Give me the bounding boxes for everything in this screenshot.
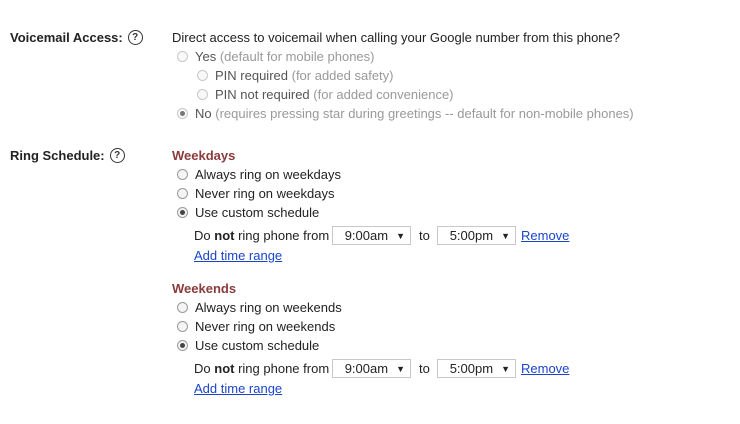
voicemail-option-pin-not-required[interactable]: PIN not required (for added convenience) — [197, 87, 454, 102]
weekends-to-label: to — [419, 361, 430, 376]
weekdays-remove-link[interactable]: Remove — [521, 228, 569, 243]
weekends-add-time-range-link[interactable]: Add time range — [194, 381, 282, 396]
weekends-heading: Weekends — [172, 281, 237, 296]
option-label: Yes — [195, 49, 217, 64]
help-icon[interactable]: ? — [127, 30, 143, 45]
dropdown-arrow-icon: ▼ — [396, 363, 405, 374]
weekdays-from-select[interactable]: 9:00am ▼ — [332, 226, 411, 245]
radio-button[interactable] — [177, 108, 188, 119]
weekends-from-select[interactable]: 9:00am ▼ — [332, 359, 411, 378]
option-label: Never ring on weekdays — [195, 186, 335, 201]
option-label: Use custom schedule — [195, 205, 320, 220]
select-value: 9:00am — [344, 228, 389, 243]
range-text-bold: not — [214, 228, 235, 243]
option-label: Always ring on weekdays — [195, 167, 341, 182]
voicemail-question: Direct access to voicemail when calling … — [172, 30, 620, 45]
weekdays-option-custom[interactable]: Use custom schedule — [177, 205, 319, 220]
weekends-range-text: Do not ring phone from — [194, 361, 329, 376]
option-note: (for added convenience) — [313, 87, 454, 102]
option-label: No — [195, 106, 212, 121]
weekdays-add-time-range-link[interactable]: Add time range — [194, 248, 282, 263]
ring-schedule-label-text: Ring Schedule: — [10, 148, 105, 163]
help-icon[interactable]: ? — [109, 148, 125, 163]
option-label: Use custom schedule — [195, 338, 320, 353]
option-note: (for added safety) — [291, 68, 394, 83]
option-note: (requires pressing star during greetings… — [215, 106, 634, 121]
weekends-option-custom[interactable]: Use custom schedule — [177, 338, 319, 353]
weekends-to-select[interactable]: 5:00pm ▼ — [437, 359, 516, 378]
range-text-bold: not — [214, 361, 235, 376]
voicemail-option-pin-required[interactable]: PIN required (for added safety) — [197, 68, 394, 83]
voicemail-access-label-text: Voicemail Access: — [10, 30, 123, 45]
voicemail-access-label: Voicemail Access: ? — [10, 30, 143, 45]
range-text-part: ring phone from — [238, 228, 330, 243]
radio-button[interactable] — [177, 321, 188, 332]
radio-button[interactable] — [177, 340, 188, 351]
radio-button[interactable] — [177, 188, 188, 199]
voicemail-option-yes[interactable]: Yes (default for mobile phones) — [177, 49, 375, 64]
range-text-part: ring phone from — [238, 361, 330, 376]
ring-schedule-label: Ring Schedule: ? — [10, 148, 125, 163]
option-label: PIN required — [215, 68, 288, 83]
weekdays-to-select[interactable]: 5:00pm ▼ — [437, 226, 516, 245]
weekdays-to-label: to — [419, 228, 430, 243]
weekdays-option-always[interactable]: Always ring on weekdays — [177, 167, 341, 182]
range-text-part: Do — [194, 361, 211, 376]
range-text-part: Do — [194, 228, 211, 243]
weekdays-option-never[interactable]: Never ring on weekdays — [177, 186, 334, 201]
dropdown-arrow-icon: ▼ — [501, 363, 510, 374]
radio-button[interactable] — [177, 207, 188, 218]
radio-button[interactable] — [197, 89, 208, 100]
option-label: Never ring on weekends — [195, 319, 336, 334]
dropdown-arrow-icon: ▼ — [501, 230, 510, 241]
weekends-option-never[interactable]: Never ring on weekends — [177, 319, 335, 334]
weekdays-range-text: Do not ring phone from — [194, 228, 329, 243]
select-value: 9:00am — [344, 361, 389, 376]
weekdays-heading: Weekdays — [172, 148, 236, 163]
radio-button[interactable] — [197, 70, 208, 81]
radio-button[interactable] — [177, 169, 188, 180]
option-label: PIN not required — [215, 87, 310, 102]
weekends-remove-link[interactable]: Remove — [521, 361, 569, 376]
radio-button[interactable] — [177, 302, 188, 313]
dropdown-arrow-icon: ▼ — [396, 230, 405, 241]
option-label: Always ring on weekends — [195, 300, 342, 315]
select-value: 5:00pm — [449, 228, 494, 243]
select-value: 5:00pm — [449, 361, 494, 376]
radio-button[interactable] — [177, 51, 188, 62]
option-note: (default for mobile phones) — [219, 49, 375, 64]
voicemail-option-no[interactable]: No (requires pressing star during greeti… — [177, 106, 634, 121]
weekends-option-always[interactable]: Always ring on weekends — [177, 300, 342, 315]
